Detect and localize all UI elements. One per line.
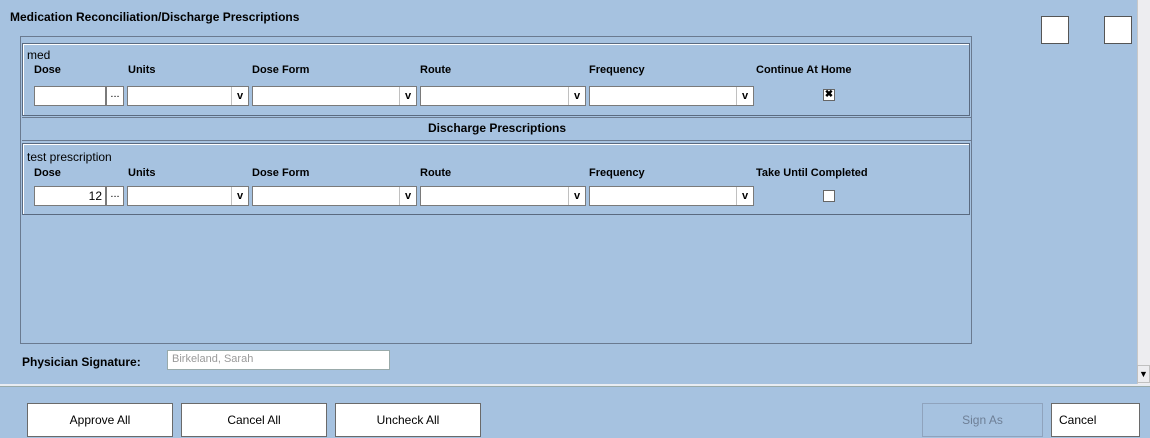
top-right-checkbox-1[interactable] <box>1041 16 1069 44</box>
reconciliation-frequency-dropdown[interactable]: v <box>589 86 754 106</box>
discharge-dose-ellipsis-button[interactable]: ... <box>106 186 124 206</box>
discharge-units-dropdown[interactable]: v <box>127 186 249 206</box>
top-right-checkbox-2[interactable] <box>1104 16 1132 44</box>
reconciliation-dose-input[interactable] <box>34 86 106 106</box>
reconciliation-med-name: med <box>27 48 51 62</box>
vertical-scrollbar[interactable] <box>1137 0 1150 384</box>
discharge-prescriptions-header: Discharge Prescriptions <box>427 121 567 135</box>
continue-at-home-checkbox[interactable]: ✖ <box>823 89 835 101</box>
footer-divider <box>0 384 1150 387</box>
reconciliation-dose-ellipsis-button[interactable]: ... <box>106 86 124 106</box>
discharge-med-name: test prescription <box>27 150 112 164</box>
discharge-frequency-dropdown[interactable]: v <box>589 186 754 206</box>
chevron-down-icon: v <box>399 187 416 205</box>
chevron-down-icon: v <box>231 187 248 205</box>
reconciliation-dose-form-dropdown[interactable]: v <box>252 86 417 106</box>
discharge-col-take-until-completed-label: Take Until Completed <box>756 167 868 179</box>
chevron-down-icon: v <box>231 87 248 105</box>
cancel-button[interactable]: Cancel <box>1051 403 1140 437</box>
cancel-all-button[interactable]: Cancel All <box>181 403 327 437</box>
discharge-col-route-label: Route <box>420 167 452 179</box>
scroll-down-icon[interactable]: ▼ <box>1137 365 1150 383</box>
reconciliation-units-dropdown[interactable]: v <box>127 86 249 106</box>
discharge-dose-form-dropdown[interactable]: v <box>252 186 417 206</box>
chevron-down-icon: v <box>568 187 585 205</box>
physician-signature-field: Birkeland, Sarah <box>167 350 390 370</box>
chevron-down-icon: v <box>568 87 585 105</box>
discharge-col-units-label: Units <box>128 167 156 179</box>
col-route-label: Route <box>420 64 452 76</box>
approve-all-button[interactable]: Approve All <box>27 403 173 437</box>
panel-title: Medication Reconciliation/Discharge Pres… <box>10 10 300 24</box>
col-frequency-label: Frequency <box>589 64 645 76</box>
col-continue-at-home-label: Continue At Home <box>756 64 852 76</box>
chevron-down-icon: v <box>399 87 416 105</box>
col-dose-label: Dose <box>34 64 61 76</box>
discharge-col-frequency-label: Frequency <box>589 167 645 179</box>
take-until-completed-checkbox[interactable] <box>823 190 835 202</box>
col-dose-form-label: Dose Form <box>252 64 310 76</box>
discharge-col-dose-label: Dose <box>34 167 61 179</box>
reconciliation-route-dropdown[interactable]: v <box>420 86 586 106</box>
discharge-route-dropdown[interactable]: v <box>420 186 586 206</box>
uncheck-all-button[interactable]: Uncheck All <box>335 403 481 437</box>
discharge-col-dose-form-label: Dose Form <box>252 167 310 179</box>
chevron-down-icon: v <box>736 187 753 205</box>
sign-as-button[interactable]: Sign As <box>922 403 1043 437</box>
col-units-label: Units <box>128 64 156 76</box>
discharge-dose-input[interactable]: 12 <box>34 186 106 206</box>
chevron-down-icon: v <box>736 87 753 105</box>
physician-signature-label: Physician Signature: <box>22 355 141 369</box>
